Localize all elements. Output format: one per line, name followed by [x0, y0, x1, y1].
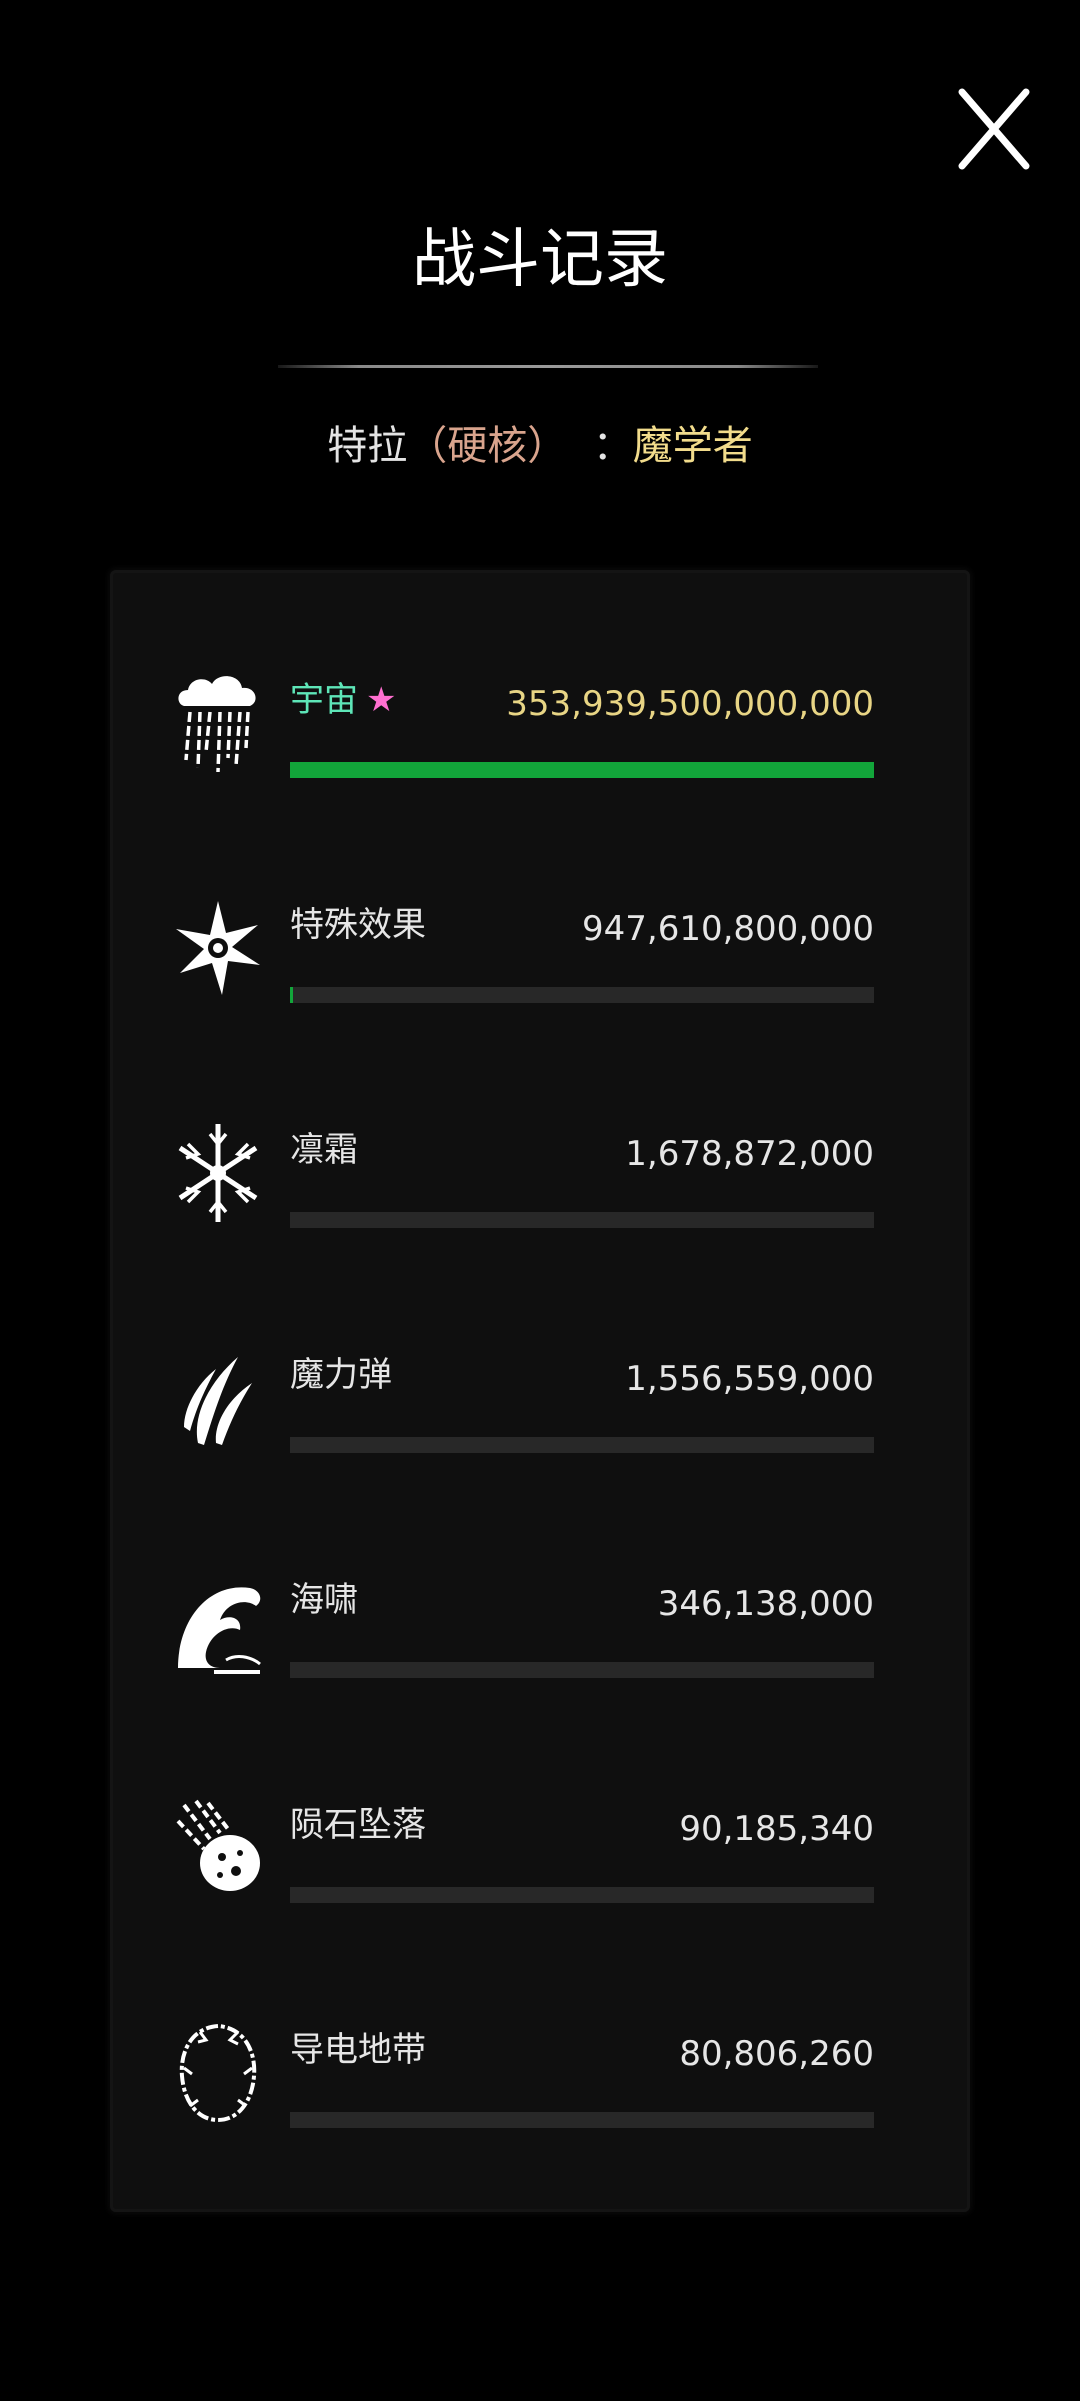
page-title: 战斗记录	[412, 223, 668, 297]
difficulty-label: （硬核）	[407, 423, 568, 469]
separator: ：	[567, 423, 633, 469]
damage-bar	[290, 1662, 874, 1678]
record-name: 宇宙 ★	[290, 680, 397, 720]
record-name: 陨石坠落	[290, 1805, 426, 1845]
record-value: 1,678,872,000	[625, 1134, 874, 1174]
wave-icon	[170, 1568, 266, 1678]
record-value: 346,138,000	[657, 1584, 874, 1624]
star-icon: ★	[366, 680, 397, 720]
record-row-meteor: 陨石坠落 90,185,340	[110, 1793, 970, 1993]
record-value: 90,185,340	[679, 1809, 874, 1849]
record-row-tsunami: 海啸 346,138,000	[110, 1568, 970, 1768]
damage-bar	[290, 1437, 874, 1453]
close-icon	[958, 88, 1030, 170]
record-row-cosmos: 宇宙 ★ 353,939,500,000,000	[110, 668, 970, 868]
record-name: 导电地带	[290, 2030, 426, 2070]
character-info: 特拉（硬核） ：魔学者	[0, 418, 1080, 474]
record-name: 海啸	[290, 1580, 358, 1620]
record-value: 947,610,800,000	[581, 909, 874, 949]
record-value: 353,939,500,000,000	[506, 684, 874, 724]
record-name: 特殊效果	[290, 905, 426, 945]
record-row-special-effects: 特殊效果 947,610,800,000	[110, 893, 970, 1093]
burst-icon	[170, 893, 266, 1003]
snowflake-icon	[170, 1118, 266, 1228]
record-row-frost: 凛霜 1,678,872,000	[110, 1118, 970, 1318]
damage-bar-fill	[290, 987, 293, 1003]
record-name: 凛霜	[290, 1130, 358, 1170]
record-row-conductive-zone: 导电地带 80,806,260	[110, 2018, 970, 2218]
damage-bar-fill	[290, 762, 874, 778]
storm-cloud-icon	[170, 668, 266, 778]
damage-bar	[290, 1887, 874, 1903]
meteor-icon	[170, 1793, 266, 1903]
class-name: 魔学者	[632, 423, 753, 469]
record-value: 80,806,260	[679, 2034, 874, 2074]
record-value: 1,556,559,000	[625, 1359, 874, 1399]
magic-missile-icon	[170, 1343, 266, 1453]
damage-bar	[290, 2112, 874, 2128]
damage-bar	[290, 762, 874, 778]
damage-record-panel: 宇宙 ★ 353,939,500,000,000 特殊效果 947,610,800…	[110, 570, 970, 2212]
record-name: 魔力弹	[290, 1355, 392, 1395]
character-name: 特拉	[327, 423, 408, 469]
damage-bar	[290, 1212, 874, 1228]
title-divider	[278, 365, 818, 368]
record-row-magic-missile: 魔力弹 1,556,559,000	[110, 1343, 970, 1543]
damage-bar	[290, 987, 874, 1003]
close-button[interactable]	[956, 86, 1032, 172]
electric-ring-icon	[170, 2018, 266, 2128]
